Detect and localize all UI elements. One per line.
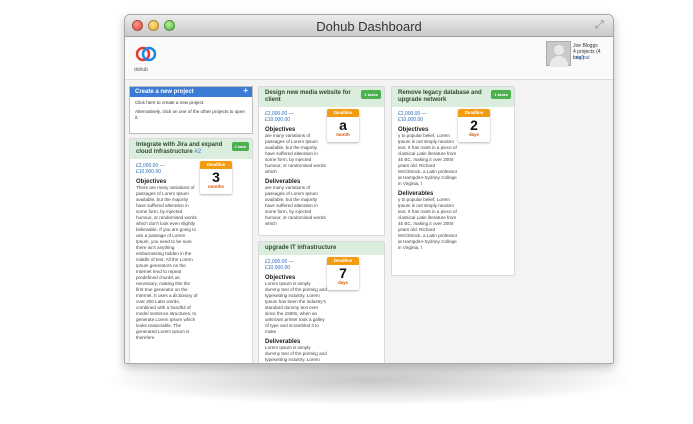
project-title-text: upgrade IT infrastructure xyxy=(265,245,337,251)
objectives-text: y to popular belief, Lorem Ipsum is not … xyxy=(398,133,458,186)
project-title[interactable]: Integrate with Jira and expand cloud inf… xyxy=(130,139,252,159)
deadline-unit: months xyxy=(208,184,224,189)
project-card[interactable]: Design new media website for client 1 ta… xyxy=(258,86,385,236)
deadline-badge: Deadline 3 months xyxy=(200,161,232,194)
create-project-title: Create a new project xyxy=(135,89,194,95)
objectives-text: Lorem Ipsum is simply dummy text of the … xyxy=(265,281,327,334)
project-card[interactable]: Integrate with Jira and expand cloud inf… xyxy=(129,138,253,363)
create-line-1: Click here to create a new project. xyxy=(135,100,205,105)
deliverables-text: are many variations of passages of Lorem… xyxy=(265,185,326,226)
task-count-badge: 1 tasks xyxy=(361,90,381,99)
logo-text: dohub xyxy=(134,67,148,73)
deadline-label: Deadline xyxy=(327,257,359,265)
budget-to: £10,000.00 xyxy=(265,265,291,271)
stage: Dohub Dashboard ⤢ dohub Joe Bloggs 4 pro… xyxy=(0,0,693,424)
deadline-badge: Deadline a month xyxy=(327,109,359,142)
task-count-badge: 1 tasks xyxy=(491,90,511,99)
deadline-label: Deadline xyxy=(200,161,232,169)
create-project-header[interactable]: Create a new project + xyxy=(130,87,252,97)
budget-to: £10,000.00 xyxy=(398,117,424,123)
create-project-card[interactable]: Create a new project + Click here to cre… xyxy=(129,86,253,134)
dashboard-content: Create a new project + Click here to cre… xyxy=(125,80,613,363)
titlebar: Dohub Dashboard ⤢ xyxy=(125,15,613,37)
deadline-number: 3 xyxy=(212,169,220,185)
project-body: £2,000.00 — £10,000.00 Deadline a month … xyxy=(259,107,384,231)
budget-to: £10,000.00 xyxy=(265,117,291,123)
deliverables-text: Lorem Ipsum is simply dummy text of the … xyxy=(265,345,327,362)
fullscreen-icon[interactable]: ⤢ xyxy=(595,19,607,31)
project-title-text: Integrate with Jira and expand cloud inf… xyxy=(136,142,223,155)
deadline-unit: days xyxy=(337,280,348,285)
deadline-unit: month xyxy=(336,132,350,137)
project-ref: #2 xyxy=(194,149,202,155)
project-title[interactable]: Design new media website for client 1 ta… xyxy=(259,87,384,107)
project-title-text: Design new media website for client xyxy=(265,90,351,103)
deliverables-text: y to popular belief, Lorem Ipsum is not … xyxy=(398,197,458,250)
deadline-number: 7 xyxy=(339,265,347,281)
avatar[interactable] xyxy=(546,41,571,67)
project-card[interactable]: Remove legacy database and upgrade netwo… xyxy=(391,86,515,276)
objectives-text: There are many variations of passages of… xyxy=(136,185,198,340)
app-header: dohub Joe Bloggs 4 projects (4 total) Lo… xyxy=(125,37,613,80)
window-title: Dohub Dashboard xyxy=(316,19,422,34)
project-title[interactable]: upgrade IT infrastructure xyxy=(259,242,384,255)
project-body: £2,000.00 — £10,000.00 Deadline 2 days O… xyxy=(392,107,514,255)
deadline-label: Deadline xyxy=(327,109,359,117)
deadline-badge: Deadline 7 days xyxy=(327,257,359,290)
project-title[interactable]: Remove legacy database and upgrade netwo… xyxy=(392,87,514,107)
project-card[interactable]: upgrade IT infrastructure £2,000.00 — £1… xyxy=(258,241,385,363)
task-count-badge: 1 task xyxy=(231,142,249,151)
project-body: £2,000.00 — £10,000.00 Deadline 7 days O… xyxy=(259,255,384,363)
deadline-unit: days xyxy=(468,132,479,137)
create-line-2: Alternatively, click on one of the other… xyxy=(135,109,245,120)
browser-window: Dohub Dashboard ⤢ dohub Joe Bloggs 4 pro… xyxy=(124,14,614,364)
deadline-badge: Deadline 2 days xyxy=(458,109,490,142)
logout-link[interactable]: Log out xyxy=(573,55,590,61)
deadline-number: 2 xyxy=(470,117,478,133)
objectives-text: are many variations of passages of Lorem… xyxy=(265,133,326,174)
project-title-text: Remove legacy database and upgrade netwo… xyxy=(398,90,482,103)
plus-icon[interactable]: + xyxy=(243,87,248,95)
dohub-logo-icon[interactable] xyxy=(135,43,157,65)
create-project-instructions: Click here to create a new project. Alte… xyxy=(130,97,252,124)
deadline-label: Deadline xyxy=(458,109,490,117)
deadline-number: a xyxy=(339,117,347,133)
project-body: £2,000.00 — £10,000.00 Deadline 3 months… xyxy=(130,159,252,345)
